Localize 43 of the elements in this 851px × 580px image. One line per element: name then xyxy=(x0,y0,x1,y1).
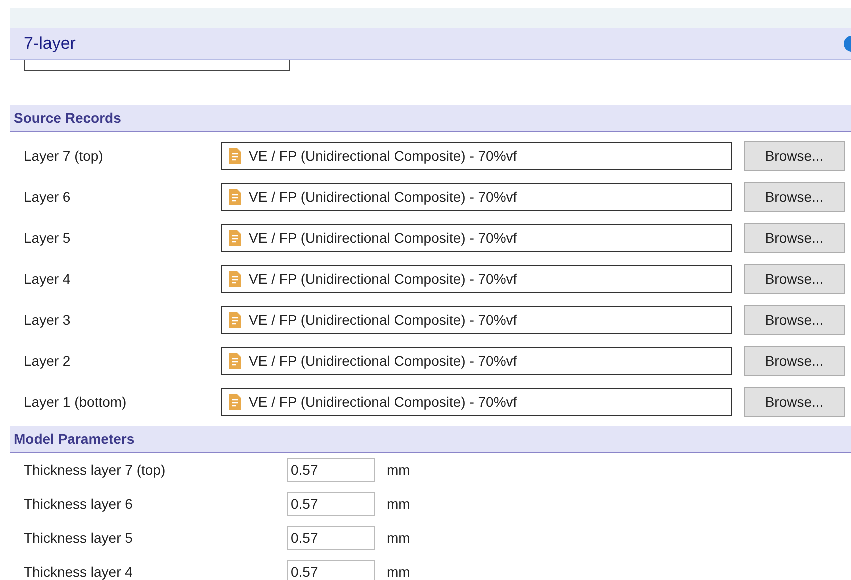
parameter-label: Thickness layer 6 xyxy=(23,496,134,512)
browse-button[interactable]: Browse... xyxy=(744,346,845,376)
layer-label: Layer 2 xyxy=(23,352,72,368)
document-icon xyxy=(229,148,241,164)
thickness-input[interactable]: 0.57 xyxy=(287,458,375,482)
browse-button[interactable]: Browse... xyxy=(744,140,845,170)
browse-button[interactable]: Browse... xyxy=(744,222,845,252)
browse-button[interactable]: Browse... xyxy=(744,304,845,334)
parameter-label: Thickness layer 4 xyxy=(23,564,134,580)
document-icon xyxy=(229,394,241,410)
record-field[interactable]: VE / FP (Unidirectional Composite) - 70%vf xyxy=(221,142,732,170)
section-title: Model Parameters xyxy=(14,431,135,447)
thickness-input[interactable]: 0.57 xyxy=(287,560,375,580)
record-field[interactable]: VE / FP (Unidirectional Composite) - 70%vf xyxy=(221,388,732,416)
record-field[interactable]: VE / FP (Unidirectional Composite) - 70%vf xyxy=(221,346,732,374)
unit-label: mm xyxy=(387,564,410,580)
document-icon xyxy=(229,312,241,328)
document-icon xyxy=(229,270,241,286)
layer-label: Layer 6 xyxy=(23,188,72,204)
browse-button[interactable]: Browse... xyxy=(744,386,845,416)
record-field[interactable]: VE / FP (Unidirectional Composite) - 70%vf xyxy=(221,182,732,210)
record-field[interactable]: VE / FP (Unidirectional Composite) - 70%vf xyxy=(221,224,732,252)
layer-label: Layer 3 xyxy=(23,312,72,328)
unit-label: mm xyxy=(387,530,410,546)
layer-label: Layer 5 xyxy=(23,230,72,246)
thickness-input[interactable]: 0.57 xyxy=(287,492,375,516)
panel-title: 7-layer xyxy=(24,34,76,54)
parameter-label: Thickness layer 5 xyxy=(23,530,134,546)
browse-button[interactable]: Browse... xyxy=(744,182,845,212)
document-icon xyxy=(229,352,241,368)
thickness-input[interactable]: 0.57 xyxy=(287,526,375,550)
layer-label: Layer 4 xyxy=(23,270,72,286)
layer-label: Layer 7 (top) xyxy=(23,148,104,164)
unit-label: mm xyxy=(387,496,410,512)
browse-button[interactable]: Browse... xyxy=(744,264,845,294)
document-icon xyxy=(229,230,241,246)
section-title: Source Records xyxy=(14,110,122,126)
layer-label: Layer 1 (bottom) xyxy=(23,394,128,410)
unit-label: mm xyxy=(387,462,410,478)
parameter-label: Thickness layer 7 (top) xyxy=(23,462,167,478)
record-field[interactable]: VE / FP (Unidirectional Composite) - 70%vf xyxy=(221,306,732,334)
document-icon xyxy=(229,188,241,204)
record-field[interactable]: VE / FP (Unidirectional Composite) - 70%vf xyxy=(221,264,732,292)
